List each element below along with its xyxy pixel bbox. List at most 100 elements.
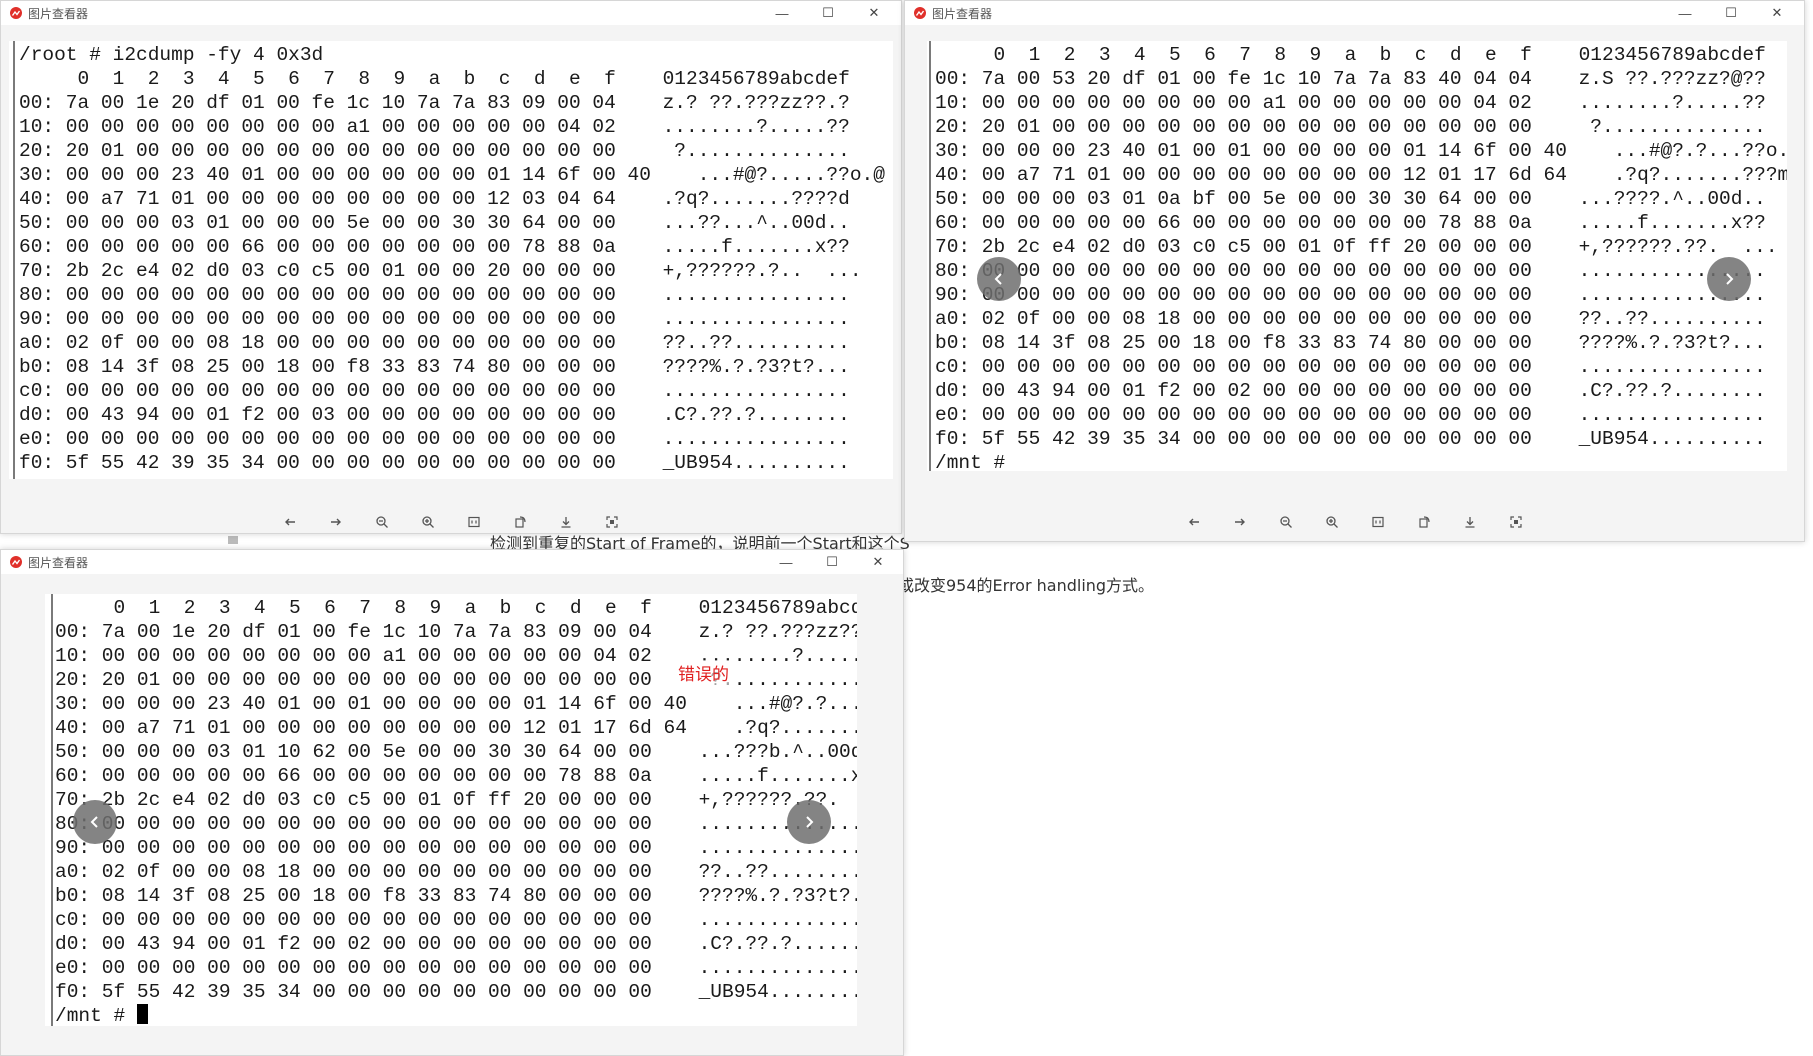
terminal-line: a0: 02 0f 00 00 08 18 00 00 00 00 00 00 … xyxy=(19,332,850,354)
terminal-line: 70: 2b 2c e4 02 d0 03 c0 c5 00 01 00 00 … xyxy=(19,260,862,282)
close-icon[interactable]: ✕ xyxy=(1754,1,1800,25)
zoom-in-icon[interactable] xyxy=(405,510,451,533)
terminal-line: e0: 00 00 00 00 00 00 00 00 00 00 00 00 … xyxy=(19,428,850,450)
terminal-line: 60: 00 00 00 00 00 66 00 00 00 00 00 00 … xyxy=(55,765,857,787)
terminal-line: 0 1 2 3 4 5 6 7 8 9 a b c d e f 01234567… xyxy=(19,68,850,90)
terminal-line: c0: 00 00 00 00 00 00 00 00 00 00 00 00 … xyxy=(19,380,850,402)
terminal-line: 50: 00 00 00 03 01 0a bf 00 5e 00 00 30 … xyxy=(935,188,1766,210)
viewer-toolbar xyxy=(267,510,635,533)
terminal-line: 40: 00 a7 71 01 00 00 00 00 00 00 00 00 … xyxy=(19,188,850,210)
image-viewer-window-3: 图片查看器 — ☐ ✕ 0 1 2 3 4 5 6 7 8 9 a b c d … xyxy=(0,549,904,1056)
terminal-line: 50: 00 00 00 03 01 10 62 00 5e 00 00 30 … xyxy=(55,741,857,763)
title-bar: 图片查看器 — ☐ ✕ xyxy=(1,1,901,25)
close-icon[interactable]: ✕ xyxy=(851,1,897,25)
image-canvas: /root # i2cdump -fy 4 0x3d 0 1 2 3 4 5 6… xyxy=(9,41,893,479)
image-canvas: /mnt # i2cdump -fy 4 0x3d 0 1 2 3 4 5 6 … xyxy=(927,41,1787,471)
image-viewer-app-icon xyxy=(9,555,23,569)
fit-window-icon[interactable] xyxy=(451,510,497,533)
terminal-dump-text: /mnt # i2cdump -fy 4 0x3d 0 1 2 3 4 5 6 … xyxy=(935,41,1787,471)
zoom-in-icon[interactable] xyxy=(1309,510,1355,534)
terminal-dump-text: 0 1 2 3 4 5 6 7 8 9 a b c d e f 01234567… xyxy=(55,596,857,1004)
fullscreen-icon[interactable] xyxy=(1493,510,1539,534)
prev-image-button[interactable] xyxy=(73,800,117,844)
terminal-line: 00: 7a 00 1e 20 df 01 00 fe 1c 10 7a 7a … xyxy=(55,621,857,643)
minimize-icon[interactable]: — xyxy=(759,1,805,25)
rotate-icon[interactable] xyxy=(1401,510,1447,534)
viewer-toolbar xyxy=(1171,510,1539,534)
terminal-line: 30: 00 00 00 23 40 01 00 00 00 00 00 00 … xyxy=(19,164,885,186)
terminal-line: d0: 00 43 94 00 01 f2 00 02 00 00 00 00 … xyxy=(55,933,857,955)
terminal-line: 20: 20 01 00 00 00 00 00 00 00 00 00 00 … xyxy=(19,140,850,162)
terminal-line: 70: 2b 2c e4 02 d0 03 c0 c5 00 01 0f ff … xyxy=(55,789,857,811)
minimize-icon[interactable]: — xyxy=(1662,1,1708,25)
zoom-out-icon[interactable] xyxy=(359,510,405,533)
terminal-line: /root # i2cdump -fy 4 0x3d xyxy=(19,44,324,66)
image-viewer-app-icon xyxy=(9,6,23,20)
terminal-line: 20: 20 01 00 00 00 00 00 00 00 00 00 00 … xyxy=(935,116,1766,138)
image-viewer-window-1: 图片查看器 — ☐ ✕ /root # i2cdump -fy 4 0x3d 0… xyxy=(0,0,902,534)
terminal-line: 00: 7a 00 1e 20 df 01 00 fe 1c 10 7a 7a … xyxy=(19,92,850,114)
terminal-line: b0: 08 14 3f 08 25 00 18 00 f8 33 83 74 … xyxy=(19,356,850,378)
image-viewer-app-icon xyxy=(913,6,927,20)
doc-text-line-2: 或改变954的Error handling方式。 xyxy=(898,576,1155,595)
terminal-line: 10: 00 00 00 00 00 00 00 00 a1 00 00 00 … xyxy=(55,645,857,667)
fullscreen-icon[interactable] xyxy=(589,510,635,533)
terminal-edge xyxy=(929,41,931,471)
terminal-line: 40: 00 a7 71 01 00 00 00 00 00 00 00 00 … xyxy=(935,164,1787,186)
terminal-cursor xyxy=(109,473,120,479)
close-icon[interactable]: ✕ xyxy=(855,550,901,574)
doc-scroll-marker xyxy=(228,536,238,544)
terminal-line: d0: 00 43 94 00 01 f2 00 03 00 00 00 00 … xyxy=(19,404,850,426)
next-image-button[interactable] xyxy=(787,800,831,844)
image-viewer-window-2: 图片查看器 — ☐ ✕ /mnt # i2cdump -fy 4 0x3d 0 … xyxy=(904,0,1805,542)
arrow-left-icon[interactable] xyxy=(1171,510,1217,534)
terminal-dump-text: /root # i2cdump -fy 4 0x3d 0 1 2 3 4 5 6… xyxy=(19,43,885,475)
terminal-line: 80: 00 00 00 00 00 00 00 00 00 00 00 00 … xyxy=(935,260,1766,282)
terminal-line: a0: 02 0f 00 00 08 18 00 00 00 00 00 00 … xyxy=(55,861,857,883)
terminal-line: f0: 5f 55 42 39 35 34 00 00 00 00 00 00 … xyxy=(19,452,850,474)
terminal-line: 90: 00 00 00 00 00 00 00 00 00 00 00 00 … xyxy=(55,837,857,859)
next-image-button[interactable] xyxy=(1707,257,1751,301)
terminal-line: e0: 00 00 00 00 00 00 00 00 00 00 00 00 … xyxy=(935,404,1766,426)
terminal-line: 80: 00 00 00 00 00 00 00 00 00 00 00 00 … xyxy=(19,284,850,306)
terminal-line: f0: 5f 55 42 39 35 34 00 00 00 00 00 00 … xyxy=(935,428,1766,450)
terminal-line: 90: 00 00 00 00 00 00 00 00 00 00 00 00 … xyxy=(19,308,850,330)
terminal-line: 30: 00 00 00 23 40 01 00 01 00 00 00 00 … xyxy=(55,693,857,715)
terminal-line: 70: 2b 2c e4 02 d0 03 c0 c5 00 01 0f ff … xyxy=(935,236,1778,258)
prev-image-button[interactable] xyxy=(977,257,1021,301)
terminal-line: a0: 02 0f 00 00 08 18 00 00 00 00 00 00 … xyxy=(935,308,1766,330)
maximize-icon[interactable]: ☐ xyxy=(805,1,851,25)
minimize-icon[interactable]: — xyxy=(763,550,809,574)
terminal-line: 60: 00 00 00 00 00 66 00 00 00 00 00 00 … xyxy=(935,212,1766,234)
error-annotation: 错误的 xyxy=(678,660,729,685)
terminal-line: 0 1 2 3 4 5 6 7 8 9 a b c d e f 01234567… xyxy=(55,597,858,619)
window-title: 图片查看器 xyxy=(932,6,993,21)
maximize-icon[interactable]: ☐ xyxy=(809,550,855,574)
maximize-icon[interactable]: ☐ xyxy=(1708,1,1754,25)
download-icon[interactable] xyxy=(1447,510,1493,534)
terminal-prompt-line: /mnt # xyxy=(55,1004,148,1026)
terminal-line: 30: 00 00 00 23 40 01 00 01 00 00 00 00 … xyxy=(935,140,1787,162)
terminal-line: 10: 00 00 00 00 00 00 00 00 a1 00 00 00 … xyxy=(19,116,850,138)
terminal-edge xyxy=(13,41,15,479)
window-title: 图片查看器 xyxy=(28,555,89,570)
terminal-line: 40: 00 a7 71 01 00 00 00 00 00 00 00 00 … xyxy=(55,717,857,739)
arrow-right-icon[interactable] xyxy=(1217,510,1263,534)
fit-window-icon[interactable] xyxy=(1355,510,1401,534)
window-title: 图片查看器 xyxy=(28,6,89,21)
terminal-cursor xyxy=(136,1004,148,1024)
terminal-line: 00: 7a 00 53 20 df 01 00 fe 1c 10 7a 7a … xyxy=(935,68,1766,90)
terminal-line: 80: 00 00 00 00 00 00 00 00 00 00 00 00 … xyxy=(55,813,857,835)
terminal-line: c0: 00 00 00 00 00 00 00 00 00 00 00 00 … xyxy=(935,356,1766,378)
zoom-out-icon[interactable] xyxy=(1263,510,1309,534)
terminal-line: b0: 08 14 3f 08 25 00 18 00 f8 33 83 74 … xyxy=(935,332,1766,354)
terminal-line: 0 1 2 3 4 5 6 7 8 9 a b c d e f 01234567… xyxy=(935,44,1766,66)
terminal-line: 10: 00 00 00 00 00 00 00 00 a1 00 00 00 … xyxy=(935,92,1766,114)
arrow-left-icon[interactable] xyxy=(267,510,313,533)
terminal-line: 90: 00 00 00 00 00 00 00 00 00 00 00 00 … xyxy=(935,284,1766,306)
rotate-icon[interactable] xyxy=(497,510,543,533)
terminal-line: /mnt # xyxy=(935,452,1006,471)
arrow-right-icon[interactable] xyxy=(313,510,359,533)
title-bar: 图片查看器 — ☐ ✕ xyxy=(905,1,1804,25)
download-icon[interactable] xyxy=(543,510,589,533)
